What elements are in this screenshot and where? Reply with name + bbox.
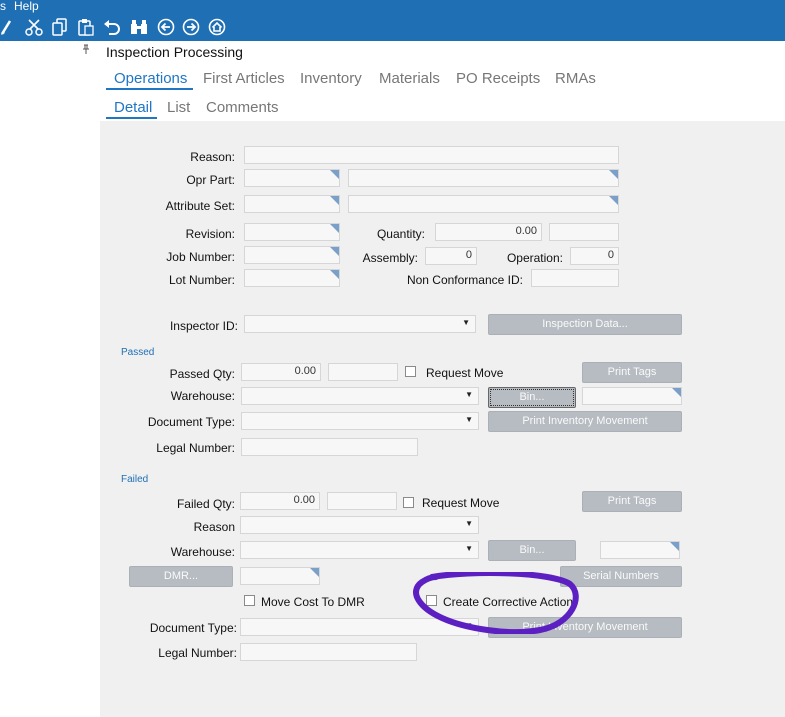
inspector-id-combo[interactable]: [244, 315, 476, 333]
opr-part-description-field[interactable]: [348, 169, 619, 187]
revision-field[interactable]: [244, 223, 340, 241]
passed-document-type-label: Document Type:: [147, 415, 235, 429]
tab-inventory[interactable]: Inventory: [300, 70, 362, 87]
left-navigation-panel: [0, 41, 100, 717]
copy-icon[interactable]: [52, 18, 68, 36]
dmr-field[interactable]: [240, 567, 320, 585]
passed-qty-label: Passed Qty:: [169, 367, 235, 381]
tab-operations-underline: [106, 88, 193, 90]
create-corrective-action-label: Create Corrective Action: [443, 595, 574, 609]
lot-number-label: Lot Number:: [168, 273, 235, 287]
brush-icon[interactable]: [0, 18, 12, 36]
passed-warehouse-combo[interactable]: [241, 387, 479, 405]
page-title: Inspection Processing: [106, 44, 243, 60]
move-cost-to-dmr-label: Move Cost To DMR: [261, 595, 365, 609]
failed-qty-label: Failed Qty:: [176, 497, 235, 511]
passed-legal-number-label: Legal Number:: [156, 441, 235, 455]
passed-print-inventory-movement-button[interactable]: Print Inventory Movement: [488, 411, 682, 432]
failed-request-move-checkbox[interactable]: [403, 497, 414, 508]
inspection-data-button[interactable]: Inspection Data...: [488, 314, 682, 335]
passed-request-move-checkbox[interactable]: [405, 366, 416, 377]
non-conformance-id-field[interactable]: [531, 269, 619, 287]
failed-print-tags-button[interactable]: Print Tags: [582, 491, 682, 512]
operation-label: Operation:: [506, 251, 563, 265]
attribute-set-label: Attribute Set:: [165, 199, 235, 213]
failed-reason-combo[interactable]: [240, 516, 479, 534]
tab-po-receipts[interactable]: PO Receipts: [456, 70, 540, 87]
toolbar: [0, 14, 785, 41]
back-icon[interactable]: [157, 18, 175, 36]
quantity-field[interactable]: 0.00: [435, 223, 542, 241]
move-cost-to-dmr-checkbox[interactable]: [244, 595, 255, 606]
reason-label: Reason:: [190, 150, 235, 164]
tab-first-articles[interactable]: First Articles: [203, 70, 285, 87]
failed-warehouse-label: Warehouse:: [170, 545, 235, 559]
failed-reason-label: Reason: [193, 520, 235, 534]
opr-part-label: Opr Part:: [186, 173, 235, 187]
passed-request-move-label: Request Move: [426, 366, 504, 380]
menu-item-tools[interactable]: s: [0, 0, 6, 13]
passed-legal-number-field[interactable]: [241, 438, 418, 456]
failed-request-move-label: Request Move: [422, 496, 500, 510]
failed-legal-number-label: Legal Number:: [158, 646, 237, 660]
tab-rmas[interactable]: RMAs: [555, 70, 596, 87]
passed-document-type-combo[interactable]: [241, 412, 479, 430]
job-number-field[interactable]: [244, 246, 340, 264]
tab-materials[interactable]: Materials: [379, 70, 440, 87]
inspector-id-label: Inspector ID:: [169, 319, 238, 333]
serial-numbers-button[interactable]: Serial Numbers: [560, 566, 682, 587]
passed-print-tags-button[interactable]: Print Tags: [582, 362, 682, 383]
tab-list[interactable]: List: [167, 99, 190, 116]
tab-comments[interactable]: Comments: [206, 99, 279, 116]
passed-qty-field[interactable]: 0.00: [241, 363, 321, 381]
reason-field[interactable]: [244, 146, 619, 164]
tab-detail-underline: [106, 117, 157, 119]
quantity-label: Quantity:: [376, 227, 425, 241]
menu-item-help[interactable]: Help: [14, 0, 39, 13]
failed-document-type-label: Document Type:: [149, 621, 237, 635]
assembly-field[interactable]: 0: [425, 247, 477, 265]
tab-detail[interactable]: Detail: [114, 99, 152, 116]
operation-field[interactable]: 0: [570, 247, 619, 265]
create-corrective-action-checkbox[interactable]: [426, 595, 437, 606]
job-number-label: Job Number:: [166, 250, 235, 264]
failed-document-type-combo[interactable]: [240, 618, 479, 636]
forward-icon[interactable]: [182, 18, 200, 36]
failed-print-inventory-movement-button[interactable]: Print Inventory Movement: [488, 617, 682, 638]
opr-part-field[interactable]: [244, 169, 340, 187]
lot-number-field[interactable]: [244, 269, 340, 287]
passed-bin-field[interactable]: [582, 387, 682, 405]
failed-section-label: Failed: [121, 474, 149, 485]
cut-icon[interactable]: [25, 18, 43, 36]
pin-icon[interactable]: [82, 44, 90, 57]
passed-section-label: Passed: [121, 347, 155, 358]
attribute-set-field[interactable]: [244, 195, 340, 213]
passed-warehouse-label: Warehouse:: [170, 389, 235, 403]
failed-warehouse-combo[interactable]: [240, 541, 479, 559]
failed-qty-uom-field[interactable]: [327, 492, 397, 510]
failed-bin-field[interactable]: [600, 541, 680, 559]
tab-operations[interactable]: Operations: [114, 70, 187, 87]
attribute-set-description-field[interactable]: [348, 195, 619, 213]
home-icon[interactable]: [208, 18, 226, 36]
revision-label: Revision:: [185, 227, 235, 241]
binoculars-icon[interactable]: [130, 18, 148, 36]
quantity-uom-field[interactable]: [549, 223, 619, 241]
failed-bin-button[interactable]: Bin...: [488, 540, 576, 561]
non-conformance-id-label: Non Conformance ID:: [406, 273, 523, 287]
dmr-button[interactable]: DMR...: [129, 566, 233, 587]
failed-legal-number-field[interactable]: [240, 643, 417, 661]
undo-icon[interactable]: [103, 18, 121, 36]
failed-qty-field[interactable]: 0.00: [240, 492, 320, 510]
paste-icon[interactable]: [78, 18, 94, 36]
menu-bar: s Help: [0, 0, 785, 14]
passed-qty-uom-field[interactable]: [328, 363, 398, 381]
passed-bin-button[interactable]: Bin...: [488, 387, 576, 408]
assembly-label: Assembly:: [362, 251, 418, 265]
